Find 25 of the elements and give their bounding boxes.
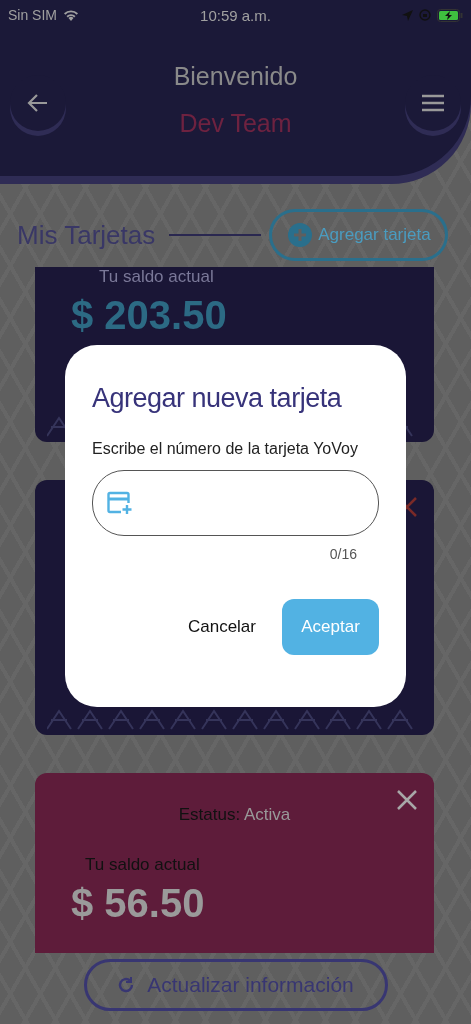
add-card-button[interactable]: Agregar tarjeta: [269, 209, 448, 261]
carrier-text: Sin SIM: [8, 7, 57, 23]
location-icon: [402, 9, 413, 21]
balance-amount: $ 203.50: [71, 293, 228, 338]
wifi-icon: [62, 8, 80, 22]
back-arrow-icon: [27, 92, 49, 114]
plus-icon: [288, 223, 313, 247]
refresh-icon: [117, 976, 136, 994]
balance-label: Tu saldo actual: [99, 267, 215, 287]
orientation-lock-icon: [419, 9, 431, 21]
menu-icon: [422, 94, 444, 112]
field-label: Escribe el número de la tarjeta YoVoy: [92, 440, 359, 458]
add-card-icon: [107, 491, 133, 515]
character-counter: 0/16: [329, 546, 357, 562]
balance-amount: $ 56.50: [71, 881, 206, 926]
accept-button[interactable]: Aceptar: [282, 599, 379, 655]
welcome-title: Bienvenido: [173, 62, 298, 91]
user-name: Dev Team: [179, 109, 292, 138]
balance-label: Tu saldo actual: [85, 855, 201, 875]
card-number-field[interactable]: [92, 470, 379, 536]
battery-icon: [437, 8, 463, 22]
dialog-title: Agregar nueva tarjeta: [92, 383, 343, 414]
clock-text: 10:59 a.m.: [200, 6, 271, 24]
cancel-button[interactable]: Cancelar: [187, 609, 256, 645]
status-text: Estatus: Activa: [177, 805, 292, 825]
